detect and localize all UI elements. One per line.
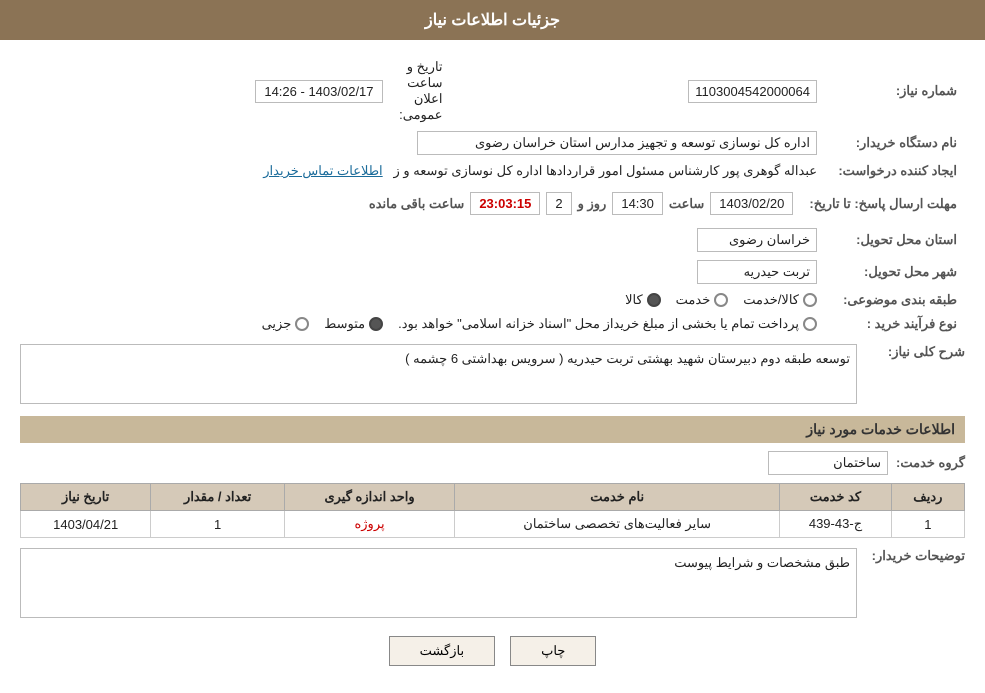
creator-link[interactable]: اطلاعات تماس خریدار [263,163,382,178]
province-value: خراسان رضوی [697,228,817,252]
category-cell: کالا/خدمت خدمت کالا [20,288,825,312]
col-header-qty: تعداد / مقدار [151,484,285,511]
city-value: تربت حیدریه [697,260,817,284]
category-label-khedmat: خدمت [676,292,711,308]
col-header-unit: واحد اندازه گیری [284,484,454,511]
category-radio-khedmat [714,293,728,307]
creator-value: عبداله گوهری پور کارشناس مسئول امور قرار… [394,163,817,178]
send-date-label: مهلت ارسال پاسخ: تا تاریخ: [801,183,965,224]
category-option-khedmat[interactable]: خدمت [676,292,729,308]
print-button[interactable]: چاپ [510,636,596,666]
group-service-label: گروه خدمت: [896,455,965,471]
deadline-remain-label: ساعت باقی مانده [369,196,464,212]
city-label: شهر محل تحویل: [825,256,965,288]
col-header-row: ردیف [891,484,964,511]
bottom-buttons: چاپ بازگشت [20,636,965,666]
announce-datetime-cell: 1403/02/17 - 14:26 [20,55,391,127]
deadline-time-label: ساعت [669,196,704,212]
category-radio-kala [647,293,661,307]
need-number-cell: 1103004542000064 [451,55,825,127]
category-radio-group: کالا/خدمت خدمت کالا [28,292,817,308]
deadline-day-label: روز و [578,196,607,212]
purchase-option-medium[interactable]: متوسط [324,316,383,332]
purchase-label-medium: متوسط [324,316,365,332]
services-section-title: اطلاعات خدمات مورد نیاز [20,416,965,443]
province-label: استان محل تحویل: [825,224,965,256]
deadline-time-value: 14:30 [612,192,663,215]
province-table: استان محل تحویل: خراسان رضوی [20,224,965,256]
back-button[interactable]: بازگشت [389,636,495,666]
page-title: جزئیات اطلاعات نیاز [425,12,560,29]
purchase-label-small: جزیی [262,316,292,332]
need-number-value: 1103004542000064 [688,80,817,103]
top-info-table: شماره نیاز: 1103004542000064 تاریخ و ساع… [20,55,965,127]
category-label-kala-khedmat: کالا/خدمت [743,292,799,308]
creator-table: ایجاد کننده درخواست: عبداله گوهری پور کا… [20,159,965,183]
province-cell: خراسان رضوی [20,224,825,256]
purchase-type-label: نوع فرآیند خرید : [825,312,965,336]
city-table: شهر محل تحویل: تربت حیدریه [20,256,965,288]
content-area: شماره نیاز: 1103004542000064 تاریخ و ساع… [0,40,985,693]
table-cell-0: 1 [891,511,964,538]
table-cell-1: ج-43-439 [780,511,892,538]
category-option-kala-khedmat[interactable]: کالا/خدمت [743,292,817,308]
services-table: ردیف کد خدمت نام خدمت واحد اندازه گیری ت… [20,483,965,538]
purchase-radio-medium [369,317,383,331]
purchase-option-bond[interactable]: پرداخت تمام یا بخشی از مبلغ خریداز محل "… [398,316,817,332]
general-desc-row: شرح کلی نیاز: توسعه طبقه دوم دبیرستان شه… [20,344,965,404]
buyer-org-label: نام دستگاه خریدار: [825,127,965,159]
purchase-type-row: پرداخت تمام یا بخشی از مبلغ خریداز محل "… [28,316,817,332]
col-header-name: نام خدمت [455,484,780,511]
deadline-cell: 1403/02/20 ساعت 14:30 روز و 2 23:03:15 س… [20,183,801,224]
category-table: طبقه بندی موضوعی: کالا/خدمت خدمت [20,288,965,312]
buyer-org-cell: اداره کل نوسازی توسعه و تجهیز مدارس استا… [20,127,825,159]
buyer-org-value: اداره کل نوسازی توسعه و تجهیز مدارس استا… [417,131,817,155]
buyer-org-table: نام دستگاه خریدار: اداره کل نوسازی توسعه… [20,127,965,159]
buyer-desc-value: طبق مشخصات و شرایط پیوست [20,548,857,618]
general-desc-value: توسعه طبقه دوم دبیرستان شهید بهشتی تربت … [20,344,857,404]
general-desc-container: توسعه طبقه دوم دبیرستان شهید بهشتی تربت … [20,344,857,404]
purchase-type-table: نوع فرآیند خرید : پرداخت تمام یا بخشی از… [20,312,965,336]
group-service-row: گروه خدمت: ساختمان [20,451,965,475]
purchase-radio-bond [803,317,817,331]
deadline-remain-value: 23:03:15 [470,192,540,215]
city-cell: تربت حیدریه [20,256,825,288]
deadline-day-value: 2 [546,192,571,215]
deadline-date-value: 1403/02/20 [710,192,793,215]
buyer-desc-label: توضیحات خریدار: [865,548,965,564]
page-container: جزئیات اطلاعات نیاز شماره نیاز: 11030045… [0,0,985,693]
purchase-option-small[interactable]: جزیی [262,316,310,332]
buyer-desc-section: توضیحات خریدار: طبق مشخصات و شرایط پیوست [20,548,965,618]
table-cell-3: پروژه [284,511,454,538]
general-desc-label: شرح کلی نیاز: [865,344,965,360]
announce-datetime-label: تاریخ و ساعت اعلان عمومی: [391,55,451,127]
creator-cell: عبداله گوهری پور کارشناس مسئول امور قرار… [20,159,825,183]
purchase-radio-small [295,317,309,331]
category-radio-kala-khedmat [803,293,817,307]
creator-label: ایجاد کننده درخواست: [825,159,965,183]
announce-datetime-value: 1403/02/17 - 14:26 [255,80,382,103]
purchase-type-cell: پرداخت تمام یا بخشی از مبلغ خریداز محل "… [20,312,825,336]
category-label: طبقه بندی موضوعی: [825,288,965,312]
purchase-label-bond: پرداخت تمام یا بخشی از مبلغ خریداز محل "… [398,316,799,332]
table-row: 1ج-43-439سایر فعالیت‌های تخصصی ساختمانپر… [21,511,965,538]
table-cell-4: 1 [151,511,285,538]
page-header: جزئیات اطلاعات نیاز [0,0,985,40]
category-label-kala: کالا [625,292,643,308]
col-header-code: کد خدمت [780,484,892,511]
table-cell-2: سایر فعالیت‌های تخصصی ساختمان [455,511,780,538]
deadline-row: 1403/02/20 ساعت 14:30 روز و 2 23:03:15 س… [28,192,793,215]
col-header-date: تاریخ نیاز [21,484,151,511]
buyer-desc-container: طبق مشخصات و شرایط پیوست [20,548,857,618]
category-option-kala[interactable]: کالا [625,292,661,308]
need-number-label: شماره نیاز: [825,55,965,127]
table-cell-5: 1403/04/21 [21,511,151,538]
group-service-value: ساختمان [768,451,888,475]
deadline-table: مهلت ارسال پاسخ: تا تاریخ: 1403/02/20 سا… [20,183,965,224]
general-desc-section: شرح کلی نیاز: توسعه طبقه دوم دبیرستان شه… [20,344,965,404]
